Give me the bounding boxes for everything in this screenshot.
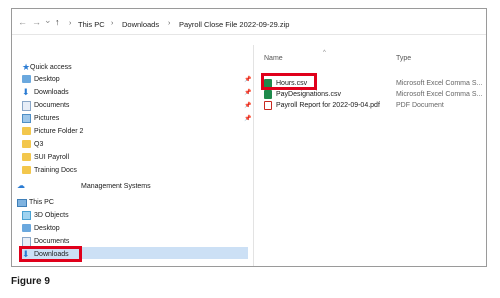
chevron-right-icon: › bbox=[111, 20, 114, 27]
folder-icon bbox=[22, 153, 31, 161]
nav-item-downloads[interactable]: ⬇ Downloads 📌 bbox=[12, 87, 252, 99]
pin-icon: 📌 bbox=[244, 77, 252, 83]
forward-arrow-icon[interactable]: → bbox=[32, 17, 41, 27]
nav-this-pc[interactable]: This PC bbox=[12, 197, 252, 209]
folder-icon bbox=[22, 140, 31, 148]
nav-quick-access[interactable]: ★ Quick access bbox=[12, 62, 252, 74]
file-explorer-window: ← → ⌄ ↑ › This PC › Downloads › Payroll … bbox=[11, 8, 487, 267]
nav-management-systems[interactable]: ☁ Management Systems bbox=[12, 181, 252, 193]
nav-item-documents[interactable]: Documents 📌 bbox=[12, 100, 252, 112]
pin-icon: 📌 bbox=[244, 90, 252, 96]
nav-item-3d-objects[interactable]: 3D Objects bbox=[12, 210, 252, 222]
excel-file-icon bbox=[264, 90, 272, 99]
folder-icon bbox=[22, 127, 31, 135]
address-bar: ← → ⌄ ↑ › This PC › Downloads › Payroll … bbox=[12, 9, 486, 35]
pictures-icon bbox=[22, 114, 31, 123]
nav-item-pc-desktop[interactable]: Desktop bbox=[12, 223, 252, 235]
breadcrumb-zip-file[interactable]: Payroll Close File 2022-09-29.zip bbox=[179, 20, 289, 29]
breadcrumb-this-pc[interactable]: This PC bbox=[78, 20, 105, 29]
back-arrow-icon[interactable]: ← bbox=[18, 17, 27, 27]
file-row-paydesignations-csv[interactable]: PayDesignations.csv Microsoft Excel Comm… bbox=[254, 89, 486, 100]
recent-locations-icon[interactable]: ⌄ bbox=[44, 15, 52, 26]
navigation-pane: ★ Quick access Desktop 📌 ⬇ Downloads 📌 D… bbox=[12, 53, 252, 266]
nav-item-q3[interactable]: Q3 bbox=[12, 139, 252, 151]
pdf-file-icon bbox=[264, 101, 272, 110]
highlight-box-downloads bbox=[19, 246, 82, 262]
document-icon bbox=[22, 101, 31, 111]
download-arrow-icon: ⬇ bbox=[22, 87, 30, 97]
breadcrumb-downloads[interactable]: Downloads bbox=[122, 20, 159, 29]
nav-item-desktop[interactable]: Desktop 📌 bbox=[12, 74, 252, 86]
address-field[interactable]: › This PC › Downloads › Payroll Close Fi… bbox=[66, 12, 484, 30]
nav-item-sui-payroll[interactable]: SUI Payroll bbox=[12, 152, 252, 164]
file-row-payroll-report-pdf[interactable]: Payroll Report for 2022-09-04.pdf PDF Do… bbox=[254, 100, 486, 111]
nav-item-pictures[interactable]: Pictures 📌 bbox=[12, 113, 252, 125]
nav-item-picture-folder-2[interactable]: Picture Folder 2 bbox=[12, 126, 252, 138]
pin-icon: 📌 bbox=[244, 103, 252, 109]
column-header-type[interactable]: Type bbox=[396, 55, 411, 62]
folder-icon bbox=[22, 166, 31, 174]
desktop-icon bbox=[22, 224, 31, 232]
cube-icon bbox=[22, 211, 31, 220]
sort-ascending-icon: ^ bbox=[323, 50, 326, 56]
chevron-right-icon: › bbox=[69, 20, 72, 27]
figure-caption: Figure 9 bbox=[11, 276, 50, 287]
desktop-icon bbox=[22, 75, 31, 83]
file-list-pane: ^ Name Type Hours.csv Microsoft Excel Co… bbox=[254, 45, 486, 266]
cloud-icon: ☁ bbox=[17, 181, 25, 190]
up-arrow-icon[interactable]: ↑ bbox=[55, 17, 60, 27]
nav-item-training-docs[interactable]: Training Docs bbox=[12, 165, 252, 177]
column-header-name[interactable]: Name bbox=[264, 55, 283, 62]
chevron-right-icon: › bbox=[168, 20, 171, 27]
computer-icon bbox=[17, 199, 27, 207]
highlight-box-hours-csv bbox=[261, 73, 317, 90]
pin-icon: 📌 bbox=[244, 116, 252, 122]
